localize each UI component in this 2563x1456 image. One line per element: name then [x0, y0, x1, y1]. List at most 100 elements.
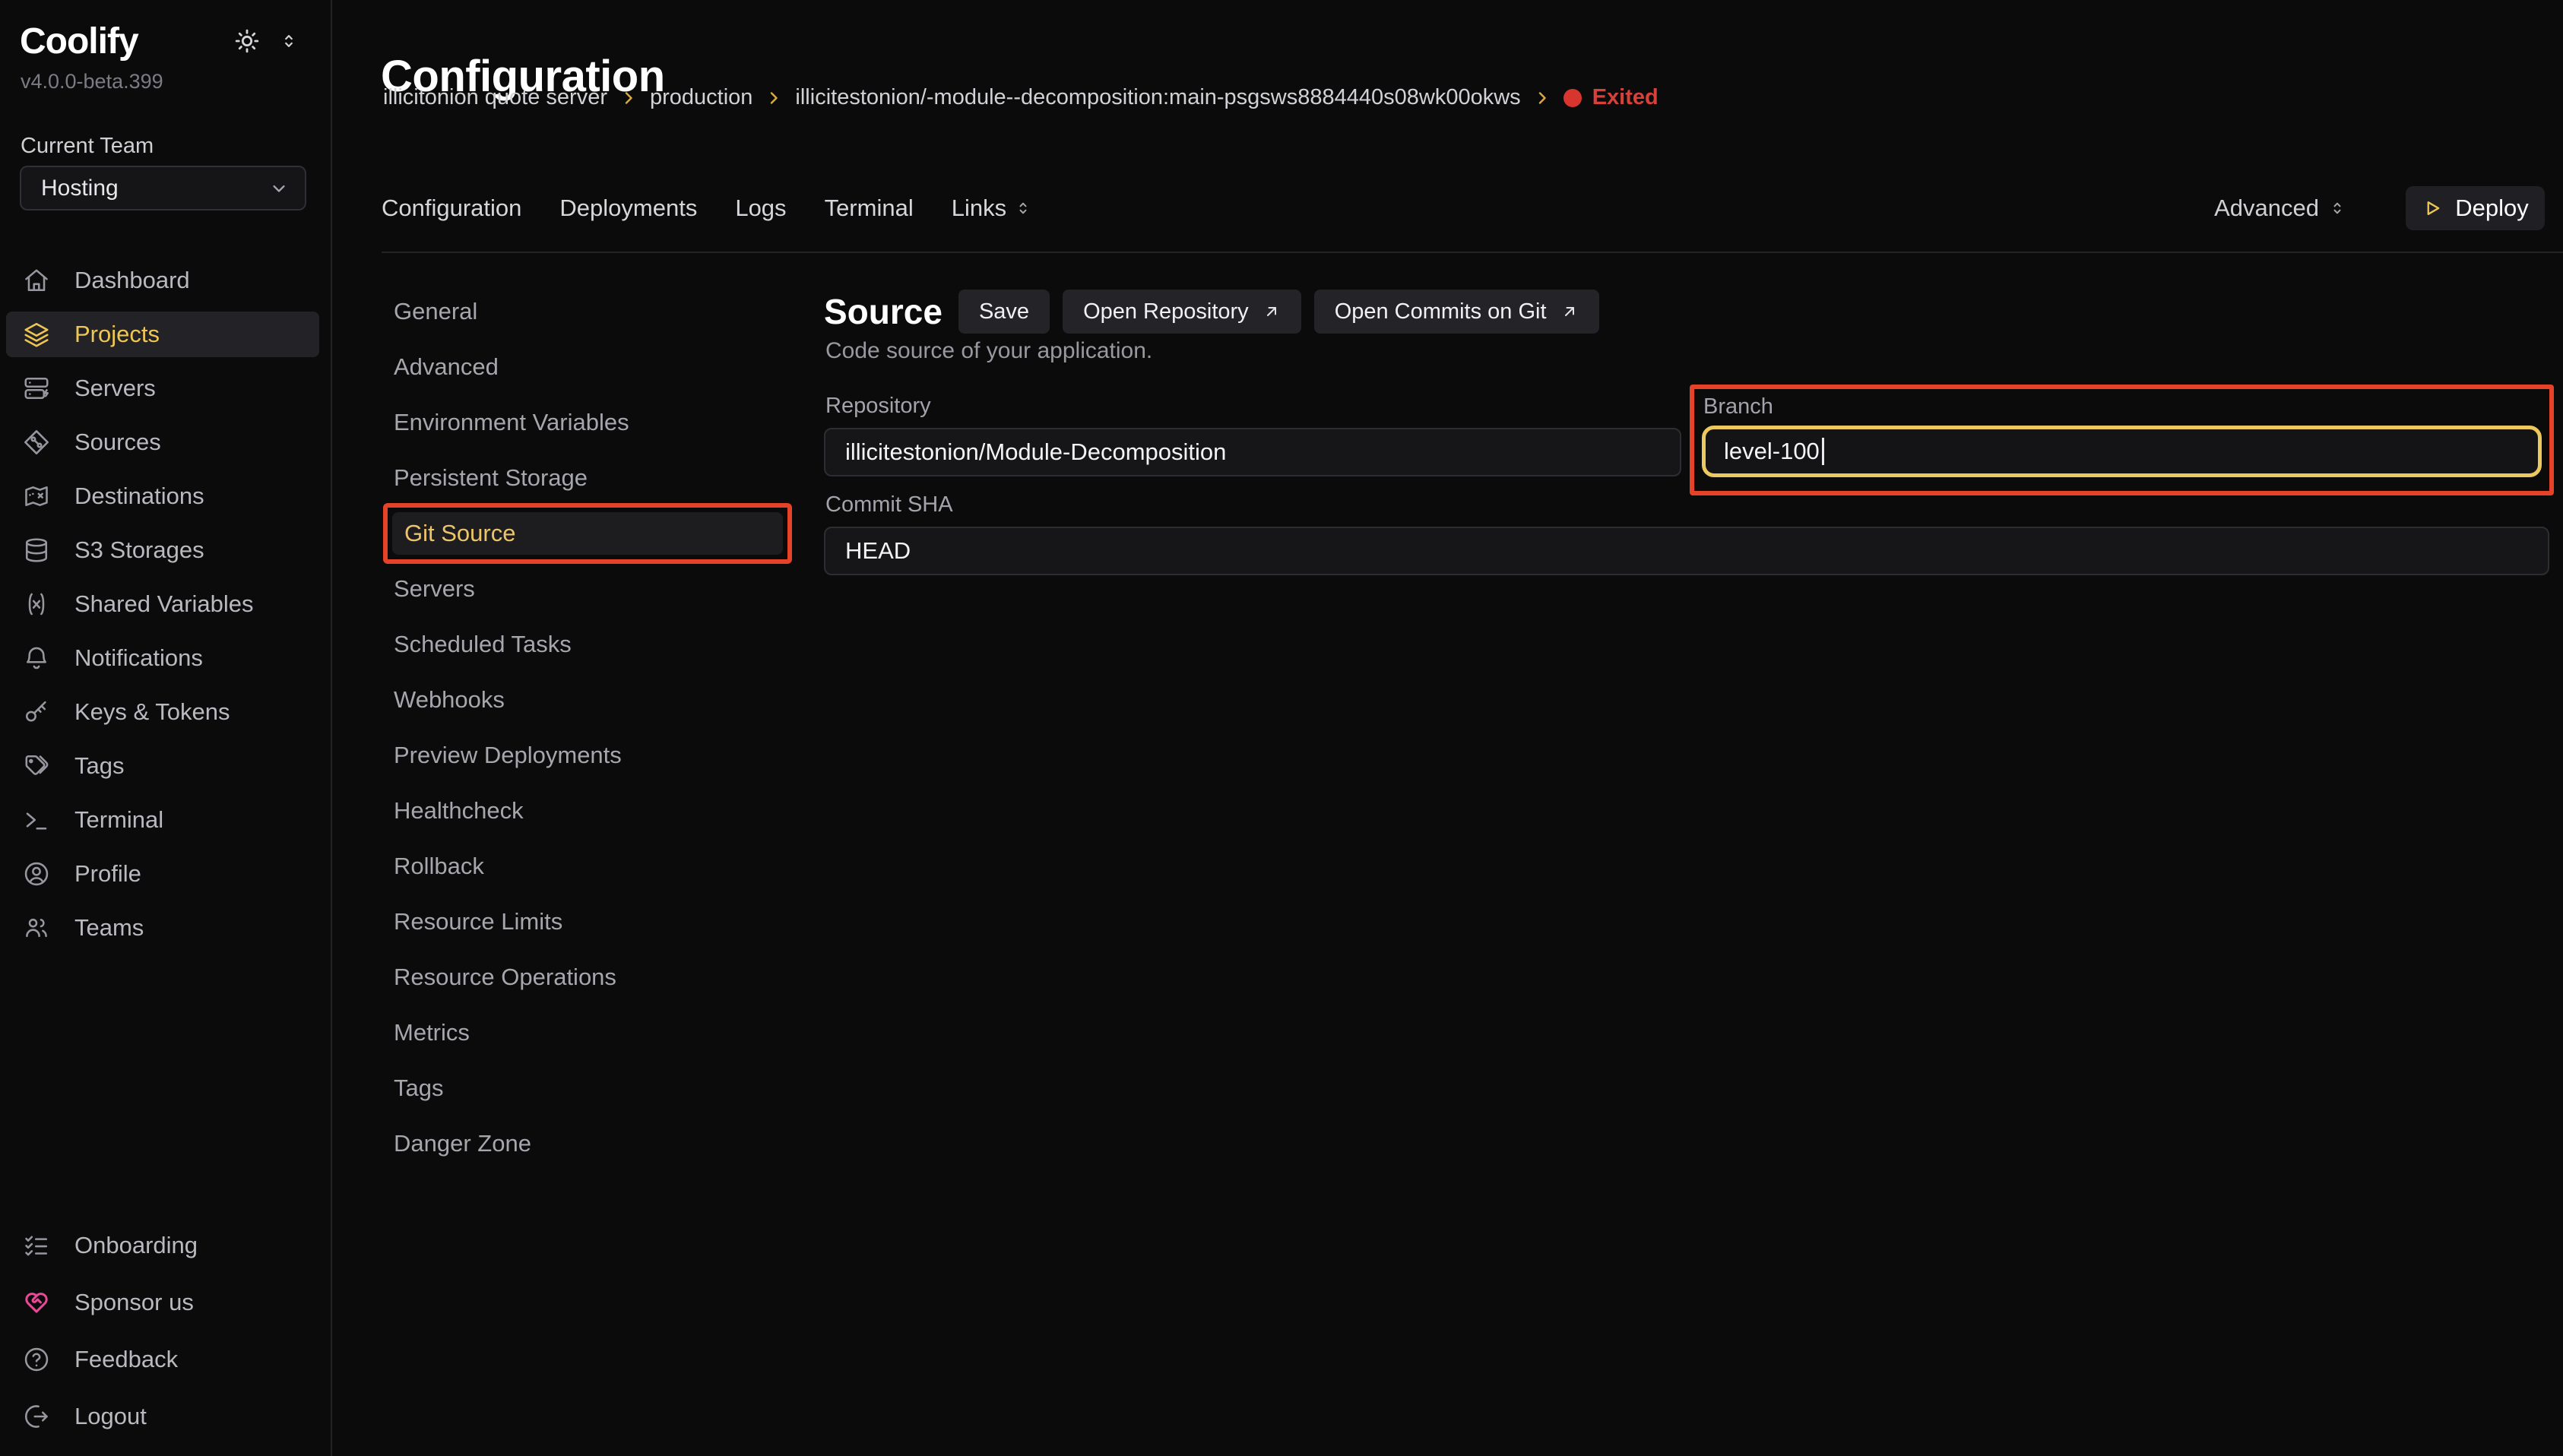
sidebar-item-notifications[interactable]: Notifications — [6, 635, 319, 681]
app-logo: Coolify — [20, 21, 138, 62]
chevron-right-icon — [765, 89, 783, 107]
sidebar-item-label: Keys & Tokens — [74, 698, 230, 726]
sidebar-item-dashboard[interactable]: Dashboard — [6, 258, 319, 303]
sidebar-footer: Onboarding Sponsor us Feedback Logout — [6, 1223, 319, 1439]
advanced-menu[interactable]: Advanced — [2214, 195, 2346, 222]
user-circle-icon — [23, 860, 50, 888]
open-repository-label: Open Repository — [1083, 299, 1249, 324]
sidebar-item-profile[interactable]: Profile — [6, 851, 319, 897]
git-source-annotation-box: Git Source — [383, 503, 792, 564]
sidebar-item-tags[interactable]: Tags — [6, 743, 319, 789]
subnav-item-resource-operations[interactable]: Resource Operations — [382, 956, 792, 999]
team-select-value: Hosting — [41, 176, 268, 201]
tab-configuration[interactable]: Configuration — [382, 195, 521, 222]
heart-handshake-icon — [23, 1289, 50, 1316]
tags-icon — [23, 752, 50, 780]
sidebar-item-s3-storages[interactable]: S3 Storages — [6, 527, 319, 573]
subnav-item-danger-zone[interactable]: Danger Zone — [382, 1122, 792, 1165]
subnav-item-webhooks[interactable]: Webhooks — [382, 679, 792, 721]
sidebar-item-label: Dashboard — [74, 267, 190, 294]
sidebar-item-label: Logout — [74, 1403, 147, 1430]
sidebar-item-label: Notifications — [74, 644, 203, 672]
main-area: Configuration illicitonion quote server … — [332, 0, 2563, 1456]
subnav-item-servers[interactable]: Servers — [382, 568, 792, 610]
tab-deployments[interactable]: Deployments — [559, 195, 697, 222]
chevron-right-icon — [619, 89, 638, 107]
commit-sha-input[interactable]: HEAD — [824, 527, 2549, 575]
server-icon — [23, 375, 50, 402]
commit-sha-label: Commit SHA — [825, 492, 2549, 518]
sidebar-item-label: Teams — [74, 914, 144, 942]
subnav-item-scheduled-tasks[interactable]: Scheduled Tasks — [382, 623, 792, 666]
layers-icon — [23, 321, 50, 348]
open-commits-label: Open Commits on Git — [1335, 299, 1547, 324]
subnav-item-resource-limits[interactable]: Resource Limits — [382, 901, 792, 943]
save-button[interactable]: Save — [958, 290, 1050, 334]
sidebar-item-label: Sponsor us — [74, 1289, 194, 1316]
commit-sha-value: HEAD — [845, 537, 911, 565]
subnav-item-preview-deployments[interactable]: Preview Deployments — [382, 734, 792, 777]
subnav-item-rollback[interactable]: Rollback — [382, 845, 792, 888]
branch-input[interactable]: level-100 — [1702, 426, 2542, 477]
tab-terminal[interactable]: Terminal — [825, 195, 914, 222]
play-icon — [2422, 198, 2443, 219]
arrow-up-right-icon — [1262, 302, 1281, 321]
logo-row: Coolify — [20, 20, 299, 62]
app-version: v4.0.0-beta.399 — [21, 70, 163, 93]
repository-input[interactable]: illicitestonion/Module-Decomposition — [824, 428, 1681, 476]
sidebar-item-feedback[interactable]: Feedback — [6, 1337, 319, 1382]
theme-toggle-button[interactable] — [233, 27, 261, 55]
sidebar-item-destinations[interactable]: Destinations — [6, 473, 319, 519]
subnav-item-advanced[interactable]: Advanced — [382, 346, 792, 388]
sidebar-item-logout[interactable]: Logout — [6, 1394, 319, 1439]
team-select[interactable]: Hosting — [20, 166, 306, 210]
tab-links[interactable]: Links — [952, 195, 1032, 222]
tab-logs[interactable]: Logs — [735, 195, 786, 222]
sidebar-item-label: Tags — [74, 752, 124, 780]
configuration-content: General Advanced Environment Variables P… — [332, 252, 2563, 1456]
sidebar-item-sources[interactable]: Sources — [6, 419, 319, 465]
chevron-down-icon — [268, 178, 290, 199]
home-icon — [23, 267, 50, 294]
sidebar-item-servers[interactable]: Servers — [6, 366, 319, 411]
variable-icon — [23, 590, 50, 618]
sidebar-item-terminal[interactable]: Terminal — [6, 797, 319, 843]
database-icon — [23, 537, 50, 564]
subnav-item-tags[interactable]: Tags — [382, 1067, 792, 1109]
sidebar-item-teams[interactable]: Teams — [6, 905, 319, 951]
git-source-panel: Source Save Open Repository Open Commits… — [824, 252, 2551, 1456]
subnav-item-general[interactable]: General — [382, 290, 792, 333]
sidebar-item-onboarding[interactable]: Onboarding — [6, 1223, 319, 1268]
chevron-right-icon — [1533, 89, 1551, 107]
subnav-item-metrics[interactable]: Metrics — [382, 1011, 792, 1054]
source-heading: Source — [824, 291, 943, 332]
open-repository-button[interactable]: Open Repository — [1063, 290, 1301, 334]
sidebar-item-label: Profile — [74, 860, 141, 888]
breadcrumb-environment[interactable]: production — [650, 85, 752, 110]
theme-select-button[interactable] — [279, 30, 299, 52]
deploy-label: Deploy — [2455, 195, 2529, 222]
sidebar-item-label: Sources — [74, 429, 161, 456]
sidebar-item-keys-tokens[interactable]: Keys & Tokens — [6, 689, 319, 735]
current-team-label: Current Team — [21, 134, 154, 159]
sidebar-item-projects[interactable]: Projects — [6, 312, 319, 357]
key-icon — [23, 698, 50, 726]
deploy-button[interactable]: Deploy — [2406, 186, 2545, 230]
tab-links-label: Links — [952, 195, 1006, 222]
chevrons-up-down-icon — [1014, 198, 1032, 218]
logout-icon — [23, 1403, 50, 1430]
sidebar-item-sponsor-us[interactable]: Sponsor us — [6, 1280, 319, 1325]
open-commits-button[interactable]: Open Commits on Git — [1314, 290, 1599, 334]
subnav-item-git-source[interactable]: Git Source — [392, 512, 783, 555]
sidebar-item-shared-variables[interactable]: Shared Variables — [6, 581, 319, 627]
users-icon — [23, 914, 50, 942]
text-cursor — [1822, 438, 1824, 465]
source-description: Code source of your application. — [825, 338, 1152, 364]
subnav-item-persistent-storage[interactable]: Persistent Storage — [382, 457, 792, 499]
branch-value: level-100 — [1724, 438, 1820, 465]
subnav-item-healthcheck[interactable]: Healthcheck — [382, 790, 792, 832]
breadcrumb-resource[interactable]: illicitestonion/-module--decomposition:m… — [795, 85, 1520, 110]
subnav-item-environment-variables[interactable]: Environment Variables — [382, 401, 792, 444]
breadcrumb-project[interactable]: illicitonion quote server — [383, 85, 607, 110]
sidebar-item-label: Destinations — [74, 483, 204, 510]
